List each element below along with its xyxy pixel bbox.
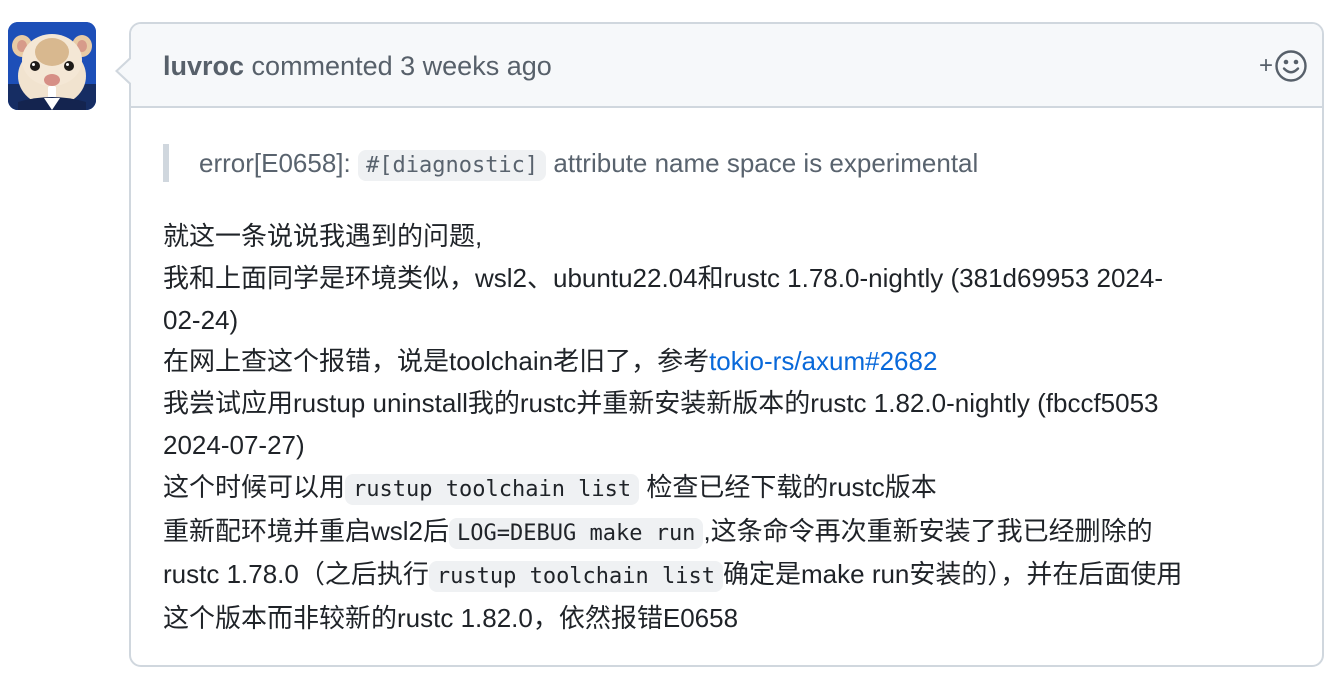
comment-pointer-fill: [118, 58, 132, 84]
comment-action: commented: [251, 51, 393, 81]
comment-author[interactable]: luvroc: [163, 51, 244, 81]
quote-suffix: attribute name space is experimental: [546, 148, 979, 178]
comment-line-5: 我尝试应用rustup uninstall我的rustc并重新安装新版本的rus…: [163, 388, 1159, 419]
comment-line-9: rustc 1.78.0（之后执行 rustup toolchain list 确定…: [163, 554, 1293, 598]
inline-code-toolchain-list-2: rustup toolchain list: [428, 561, 724, 593]
comment-paragraph: 就这一条说说我遇到的问题, 我和上面同学是环境类似，wsl2、ubuntu22.…: [163, 216, 1293, 640]
inline-code-make-run: LOG=DEBUG make run: [449, 517, 704, 549]
inline-code-toolchain-list: rustup toolchain list: [345, 473, 640, 505]
comment-line-1: 就这一条说说我遇到的问题,: [163, 221, 483, 251]
smiley-icon: [1275, 50, 1307, 82]
comment-line-4: 在网上查这个报错，说是toolchain老旧了，参考tokio-rs/axum#…: [163, 341, 1293, 383]
comment-box: luvroc commented 3 weeks ago + error[E06…: [115, 22, 1324, 667]
comment-line-6: 2024-07-27): [163, 429, 305, 460]
comment-line-10: 这个版本而非较新的rustc 1.82.0，依然报错E0658: [163, 603, 739, 634]
quote-code: #[diagnostic]: [357, 150, 547, 181]
comment-line-2: 我和上面同学是环境类似，wsl2、ubuntu22.04和rustc 1.78.…: [163, 262, 1164, 293]
hamster-avatar-image: [8, 22, 96, 110]
comment-line-8: 重新配环境并重启wsl2后 LOG=DEBUG make run ,这条命令再次重新…: [163, 511, 1293, 555]
quote-prefix: error[E0658]:: [199, 148, 358, 178]
line-8-text: 重新配环境并重启wsl2后: [163, 515, 450, 546]
line-4-text: 在网上查这个报错，说是toolchain老旧了，参考: [163, 346, 710, 377]
comment-line-3: 02-24): [163, 304, 239, 335]
line-7-text: 这个时候可以用: [163, 471, 346, 502]
comment-header: luvroc commented 3 weeks ago +: [131, 24, 1322, 108]
line-9-suffix: 确定是make run安装的），并在后面使用: [723, 559, 1183, 590]
line-7-suffix: 检查已经下载的rustc版本: [646, 471, 937, 502]
comment-header-text: luvroc commented 3 weeks ago: [163, 51, 552, 82]
line-8-suffix: ,这条命令再次重新安装了我已经删除的: [703, 515, 1153, 546]
add-reaction-button[interactable]: +: [1259, 48, 1308, 84]
comment-timestamp[interactable]: 3 weeks ago: [400, 51, 552, 81]
blockquote: error[E0658]: #[diagnostic] attribute na…: [163, 144, 978, 182]
issue-link[interactable]: tokio-rs/axum#2682: [709, 346, 937, 376]
line-9-text: rustc 1.78.0（之后执行: [163, 559, 429, 590]
plus-icon: +: [1258, 52, 1273, 79]
comment-line-7: 这个时候可以用 rustup toolchain list 检查已经下载的rust…: [163, 467, 1293, 511]
avatar[interactable]: [8, 22, 96, 110]
